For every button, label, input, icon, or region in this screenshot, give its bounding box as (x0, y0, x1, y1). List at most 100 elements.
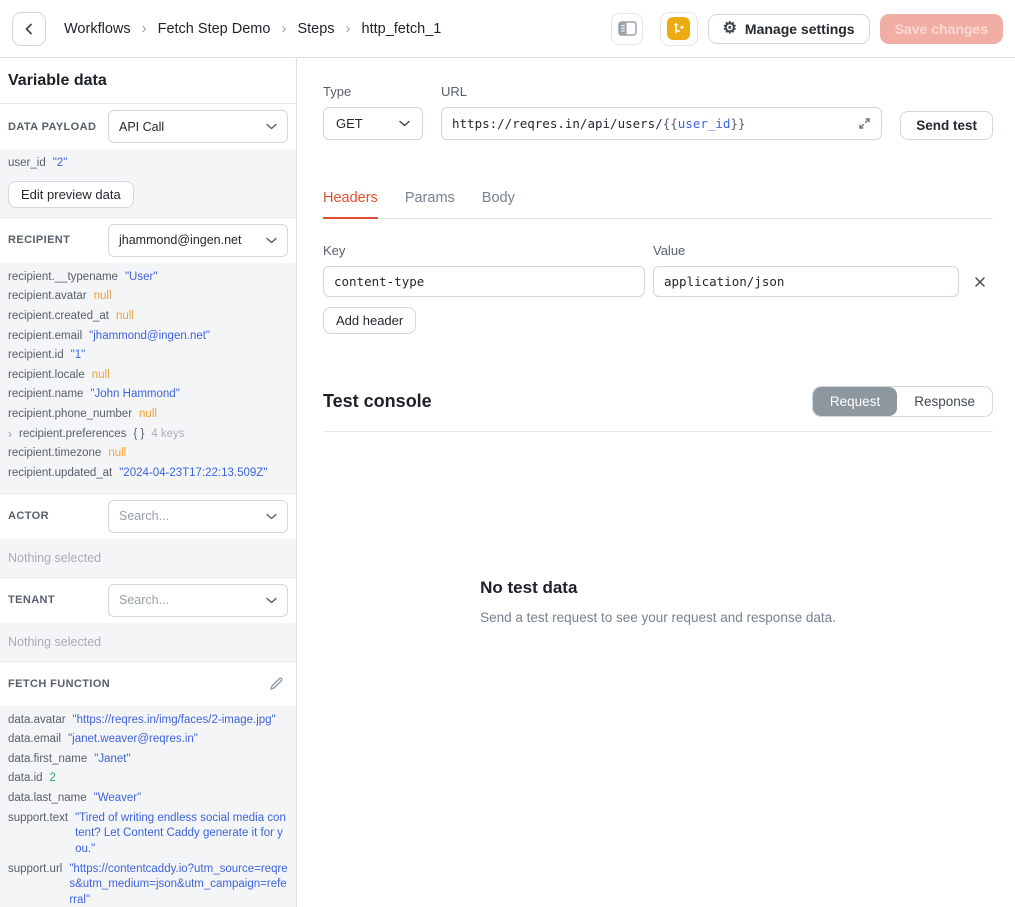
fetch-vars-block: data.avatar "https://reqres.in/img/faces/… (0, 706, 296, 907)
kv-row: recipient.locale null (8, 366, 288, 386)
kv-value: 2 (50, 771, 56, 787)
tenant-search-placeholder: Search... (119, 593, 169, 607)
type-label: Type (323, 84, 423, 99)
no-test-data-empty-state: No test data Send a test request to see … (480, 578, 836, 625)
breadcrumb-separator: › (281, 20, 286, 37)
tab-headers[interactable]: Headers (323, 190, 378, 219)
actor-row: ACTOR Search... (0, 493, 296, 539)
add-header-button[interactable]: Add header (323, 307, 416, 334)
kv-row: support.url"https://contentcaddy.io?utm_… (8, 860, 288, 907)
remove-header-button[interactable] (967, 266, 993, 297)
header-kv-row: Key Value (323, 243, 993, 297)
actor-empty-state: Nothing selected (0, 539, 296, 577)
expand-icon[interactable] (858, 117, 871, 130)
manage-settings-button[interactable]: ⚙︎ Manage settings (708, 14, 870, 44)
kv-value: "jhammond@ingen.net" (89, 329, 210, 345)
save-changes-button[interactable]: Save changes (880, 14, 1003, 44)
recipient-selected: jhammond@ingen.net (119, 233, 242, 247)
breadcrumb-item[interactable]: Workflows (64, 21, 131, 37)
kv-key: data.email (8, 732, 61, 748)
data-payload-select[interactable]: API Call (108, 110, 288, 143)
tab-params[interactable]: Params (405, 190, 455, 218)
kv-row: data.first_name "Janet" (8, 750, 288, 770)
kv-key: recipient.__typename (8, 270, 118, 286)
kv-value: "2" (53, 156, 68, 172)
sidebar-toggle-button[interactable] (611, 13, 643, 45)
header-value-field: Value (653, 243, 959, 297)
kv-row: support.text"Tired of writing endless so… (8, 809, 288, 860)
kv-value: "Tired of writing endless social media c… (75, 811, 288, 858)
kv-row: user_id "2" (8, 154, 288, 174)
kv-key: support.text (8, 811, 68, 858)
recipient-select[interactable]: jhammond@ingen.net (108, 224, 288, 257)
key-label: Key (323, 243, 645, 258)
manage-settings-label: Manage settings (745, 21, 855, 37)
breadcrumb-item: http_fetch_1 (362, 21, 442, 37)
chevron-left-icon (22, 22, 36, 36)
recipient-label: RECIPIENT (8, 234, 70, 246)
url-label: URL (441, 84, 882, 99)
kv-key: recipient.phone_number (8, 407, 132, 423)
payload-vars-block: user_id "2" Edit preview data (0, 149, 296, 217)
gear-icon: ⚙︎ (723, 21, 737, 37)
edit-preview-data-button[interactable]: Edit preview data (8, 181, 134, 208)
data-payload-label: DATA PAYLOAD (8, 121, 96, 133)
git-branch-icon (667, 17, 690, 40)
kv-value: null (92, 368, 110, 384)
kv-value: "https://reqres.in/img/faces/2-image.jpg… (73, 713, 276, 729)
kv-key: data.first_name (8, 752, 87, 768)
header-value-input[interactable] (653, 266, 959, 297)
kv-row: ›recipient.preferences{ }4 keys (8, 425, 288, 445)
actor-search-select[interactable]: Search... (108, 500, 288, 533)
kv-row: recipient.id"1" (8, 346, 288, 366)
kv-row: recipient.created_atnull (8, 307, 288, 327)
recipient-row: RECIPIENT jhammond@ingen.net (0, 217, 296, 263)
back-button[interactable] (12, 12, 46, 46)
kv-row: data.last_name"Weaver" (8, 789, 288, 809)
breadcrumb: Workflows›Fetch Step Demo›Steps›http_fet… (64, 20, 441, 37)
kv-key: data.avatar (8, 713, 66, 729)
kv-value: "1" (71, 348, 86, 364)
url-input[interactable]: https://reqres.in/api/users/{{user_id}} (441, 107, 882, 140)
data-payload-selected: API Call (119, 120, 164, 134)
header-key-input[interactable] (323, 266, 645, 297)
kv-key: user_id (8, 156, 46, 172)
kv-row: recipient.name"John Hammond" (8, 385, 288, 405)
expand-chevron-icon[interactable]: › (8, 427, 12, 443)
test-console-header: Test console RequestResponse (323, 386, 993, 432)
chevron-down-icon (266, 237, 277, 244)
data-payload-row: DATA PAYLOAD API Call (0, 104, 296, 149)
commit-status-button[interactable] (660, 12, 698, 46)
url-value: https://reqres.in/api/users/{{user_id}} (452, 116, 746, 131)
kv-value: "Janet" (94, 752, 130, 768)
request-url-row: Type GET URL https://reqres.in/api/users… (323, 84, 993, 140)
test-console-title: Test console (323, 391, 432, 412)
tab-body[interactable]: Body (482, 190, 515, 218)
fetch-function-row: FETCH FUNCTION (0, 661, 296, 706)
kv-row: recipient.email"jhammond@ingen.net" (8, 327, 288, 347)
kv-key: support.url (8, 862, 62, 907)
breadcrumb-item[interactable]: Steps (297, 21, 334, 37)
kv-value: "User" (125, 270, 157, 286)
kv-row: data.id2 (8, 769, 288, 789)
toggle-request[interactable]: Request (813, 387, 897, 416)
value-label: Value (653, 243, 959, 258)
kv-value: "2024-04-23T17:22:13.509Z" (119, 466, 267, 482)
topbar-actions: ⚙︎ Manage settings Save changes (660, 12, 1003, 46)
top-bar: Workflows›Fetch Step Demo›Steps›http_fet… (0, 0, 1015, 58)
recipient-vars-block: recipient.__typename"User"recipient.avat… (0, 263, 296, 493)
kv-value: null (116, 309, 134, 325)
http-method-select[interactable]: GET (323, 107, 423, 140)
kv-row: data.avatar "https://reqres.in/img/faces/… (8, 711, 288, 731)
edit-fetch-function-button[interactable] (265, 674, 288, 693)
kv-key: recipient.name (8, 387, 83, 403)
kv-value: null (108, 446, 126, 462)
kv-row: recipient.updated_at"2024-04-23T17:22:13… (8, 464, 288, 484)
toggle-response[interactable]: Response (897, 387, 992, 416)
fetch-step-editor: Type GET URL https://reqres.in/api/users… (297, 58, 1015, 907)
send-test-button[interactable]: Send test (900, 111, 993, 140)
breadcrumb-item[interactable]: Fetch Step Demo (158, 21, 271, 37)
kv-key: recipient.timezone (8, 446, 101, 462)
tenant-search-select[interactable]: Search... (108, 584, 288, 617)
kv-key: recipient.locale (8, 368, 85, 384)
